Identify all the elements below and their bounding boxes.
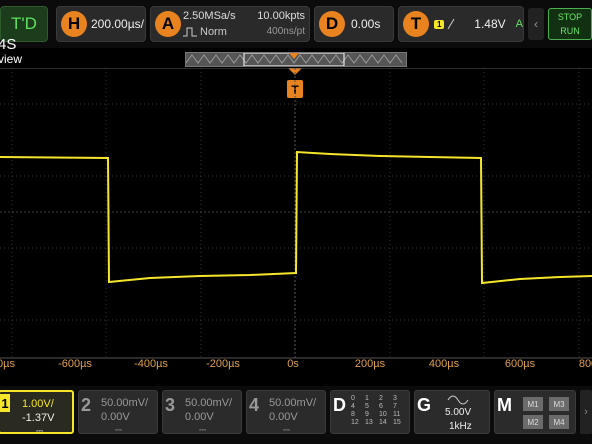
digital-ch: 4: [351, 403, 355, 410]
channel-2-num: 2: [81, 395, 92, 415]
digital-ch: 12: [351, 419, 359, 426]
channel-1-button[interactable]: 1 1.00V/ -1.37V ⎓: [0, 390, 74, 436]
stop-label: STOP: [557, 12, 583, 22]
trigger-level: 1.48V: [474, 17, 506, 31]
x-axis-label: 400µs: [428, 358, 460, 370]
digital-ch: 13: [365, 419, 373, 426]
math-m4-button[interactable]: M4: [549, 415, 569, 429]
digital-ch: 14: [379, 419, 387, 426]
generator-button[interactable]: G 5.00V 1kHz: [414, 390, 490, 434]
generator-frequency: 1kHz: [449, 421, 472, 432]
x-axis-label: 0µs: [0, 358, 15, 370]
acquire-mode: Norm: [200, 26, 227, 38]
channel-1-scale: 1.00V/: [22, 398, 54, 410]
delay-menu-button[interactable]: D 0.00s: [314, 6, 394, 42]
trigger-source-badge: 1: [434, 19, 445, 29]
digital-ch: 0: [351, 395, 355, 402]
stop-run-button[interactable]: STOP RUN: [548, 8, 592, 40]
menu-expand-icon[interactable]: ‹: [528, 8, 544, 40]
generator-amplitude: 5.00V: [445, 407, 472, 418]
top-toolbar: T'D H 200.00µs/ A 2.50MSa/s Norm 10.00kp…: [0, 0, 592, 48]
math-m2-button[interactable]: M2: [523, 415, 543, 429]
math-label: M: [497, 395, 512, 415]
digital-ch: 3: [393, 395, 397, 402]
trigger-sweep-mode: A: [515, 18, 523, 30]
math-m1-button[interactable]: M1: [523, 397, 543, 411]
delay-value: 0.00s: [351, 17, 381, 31]
channel-2-scale: 50.00mV/: [101, 397, 149, 409]
bottom-scroll-handle[interactable]: ›: [580, 390, 592, 434]
channel-3-button[interactable]: 3 50.00mV/ 0.00V ⎓: [162, 390, 242, 435]
pulse-icon: [183, 27, 197, 37]
digital-ch: 1: [365, 395, 369, 402]
x-axis-label: -200µs: [206, 358, 240, 370]
x-axis-label: 600µs: [504, 358, 536, 370]
horizontal-badge: H: [61, 11, 87, 37]
digital-ch: 15: [393, 419, 401, 426]
timebase-value: 200.00µs/: [91, 17, 144, 31]
channel-2-offset: 0.00V: [101, 411, 130, 423]
coupling-icon: ⎓: [199, 425, 207, 435]
run-label: RUN: [560, 26, 580, 36]
memory-depth: 10.00kpts: [257, 10, 305, 22]
digital-ch: 11: [393, 411, 401, 418]
channel-4-scale: 50.00mV/: [269, 397, 317, 409]
digital-channels-button[interactable]: D 0 1 2 3 4 5 6 7 8 9 10 11 12 13 14 15: [330, 390, 410, 434]
ch1-waveform: [0, 150, 592, 285]
math-m3-button[interactable]: M3: [549, 397, 569, 411]
trigger-status-label: T'D: [11, 14, 37, 33]
channel-subtitle: view: [0, 52, 23, 66]
coupling-icon: ⎓: [36, 426, 44, 436]
x-axis-label: 0s: [287, 358, 299, 370]
generator-label: G: [417, 395, 432, 415]
waveform-display[interactable]: [0, 68, 592, 388]
sine-wave-icon: [447, 395, 469, 405]
channel-title: 4S: [0, 36, 17, 53]
horizontal-menu-button[interactable]: H 200.00µs/: [56, 6, 146, 42]
digital-channel-grid: 0 1 2 3 4 5 6 7 8 9 10 11 12 13 14 15: [351, 395, 407, 427]
channel-4-num: 4: [249, 395, 260, 415]
channel-3-num: 3: [165, 395, 176, 415]
digital-ch: 7: [393, 403, 397, 410]
digital-ch: 10: [379, 411, 387, 418]
x-axis-label: 200µs: [354, 358, 386, 370]
x-axis-label: 800: [578, 358, 592, 370]
waveform-overview-bar[interactable]: [185, 52, 407, 67]
digital-ch: 8: [351, 411, 355, 418]
channel-4-button[interactable]: 4 50.00mV/ 0.00V ⎓: [246, 390, 326, 435]
digital-ch: 6: [379, 403, 383, 410]
channel-bar: 1 1.00V/ -1.37V ⎓ 2 50.00mV/ 0.00V ⎓ 3 5…: [0, 386, 592, 444]
math-button[interactable]: M M1 M3 M2 M4: [494, 390, 576, 434]
digital-ch: 2: [379, 395, 383, 402]
digital-label: D: [333, 395, 346, 415]
acquire-badge: A: [155, 11, 181, 37]
trigger-menu-button[interactable]: T 1 1.48V A: [398, 6, 524, 42]
coupling-icon: ⎓: [283, 425, 291, 435]
channel-3-offset: 0.00V: [185, 411, 214, 423]
channel-1-num: 1: [0, 394, 10, 412]
coupling-icon: ⎓: [115, 425, 123, 435]
overview-wave: [185, 52, 403, 67]
x-axis-label: -400µs: [134, 358, 168, 370]
channel-3-scale: 50.00mV/: [185, 397, 233, 409]
channel-4-offset: 0.00V: [269, 411, 298, 423]
digital-ch: 5: [365, 403, 369, 410]
channel-1-offset: -1.37V: [22, 412, 55, 424]
x-axis-label: -600µs: [58, 358, 92, 370]
digital-ch: 9: [365, 411, 369, 418]
rising-edge-icon: [448, 18, 455, 30]
time-per-point: 400ns/pt: [266, 26, 305, 37]
trigger-badge: T: [403, 11, 429, 37]
acquire-mode-row: Norm: [183, 26, 227, 38]
acquire-menu-button[interactable]: A 2.50MSa/s Norm 10.00kpts 400ns/pt: [150, 6, 310, 42]
channel-2-button[interactable]: 2 50.00mV/ 0.00V ⎓: [78, 390, 158, 435]
sample-rate: 2.50MSa/s: [183, 10, 236, 22]
delay-badge: D: [319, 11, 345, 37]
